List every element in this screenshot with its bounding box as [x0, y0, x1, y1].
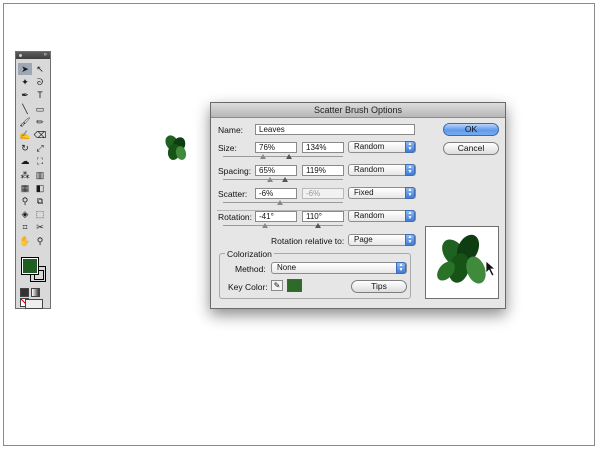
cursor-arrow-icon — [485, 260, 497, 277]
rotation-relative-value: Page — [354, 235, 373, 244]
spacing-method-select[interactable]: Random ▲ ▼ — [348, 164, 416, 176]
hand-icon[interactable]: ✋ — [18, 235, 32, 247]
tools-panel-titlebar[interactable]: » — [16, 52, 50, 59]
rotation-method-value: Random — [354, 211, 385, 220]
size-method-value: Random — [354, 142, 385, 151]
blob-brush-icon[interactable]: ✍ — [18, 129, 32, 141]
rotation-label: Rotation: — [218, 212, 253, 222]
live-paint-selection-icon[interactable]: ⬚ — [33, 208, 47, 220]
rotation-slider-max-thumb[interactable] — [315, 223, 321, 228]
method-label: Method: — [235, 264, 266, 274]
rotation-method-select[interactable]: Random ▲ ▼ — [348, 210, 416, 222]
spacing-slider-min-thumb[interactable] — [267, 177, 273, 182]
tips-button[interactable]: Tips — [351, 280, 407, 293]
size-label: Size: — [218, 143, 237, 153]
free-transform-icon[interactable]: ⛶ — [33, 155, 47, 167]
dialog-titlebar[interactable]: Scatter Brush Options — [211, 103, 505, 118]
scatter-method-value: Fixed — [354, 188, 374, 197]
mesh-icon[interactable]: ▦ — [18, 182, 32, 194]
size-min-field[interactable]: 76% — [255, 142, 297, 153]
fill-swatch[interactable] — [21, 257, 39, 275]
close-icon[interactable] — [19, 54, 22, 57]
symbol-sprayer-icon[interactable]: ⁂ — [18, 169, 32, 181]
line-icon[interactable]: ╲ — [18, 103, 32, 115]
rotation-slider-min-thumb[interactable] — [262, 223, 268, 228]
spacing-min-field[interactable]: 65% — [255, 165, 297, 176]
spacing-max-field[interactable]: 119% — [302, 165, 344, 176]
lasso-icon[interactable]: ᘐ — [33, 76, 47, 88]
rectangle-icon[interactable]: ▭ — [33, 103, 47, 115]
preview-leaves — [437, 234, 497, 284]
pencil-icon[interactable]: ✏ — [33, 116, 47, 128]
chevron-updown-icon: ▲ ▼ — [405, 141, 415, 153]
key-color-swatch[interactable] — [287, 279, 302, 292]
warp-icon[interactable]: ☁ — [18, 155, 32, 167]
size-slider-max-thumb[interactable] — [286, 154, 292, 159]
scatter-min-field[interactable]: -6% — [255, 188, 297, 199]
color-mode-icon[interactable] — [20, 288, 29, 297]
chevron-updown-icon: ▲ ▼ — [405, 187, 415, 199]
slice-icon[interactable]: ✂ — [33, 221, 47, 233]
chevron-updown-icon: ▲ ▼ — [396, 262, 406, 274]
rotation-relative-select[interactable]: Page ▲ ▼ — [348, 234, 416, 246]
selection-icon[interactable]: ➤ — [18, 63, 32, 75]
eraser-icon[interactable]: ⌫ — [33, 129, 47, 141]
leaf-artwork[interactable] — [162, 133, 190, 163]
scatter-label: Scatter: — [218, 189, 248, 199]
size-slider-track[interactable] — [223, 156, 343, 157]
direct-selection-icon[interactable]: ↖ — [33, 63, 47, 75]
ok-button[interactable]: OK — [443, 123, 499, 136]
key-color-label: Key Color: — [228, 282, 268, 292]
live-paint-icon[interactable]: ◈ — [18, 208, 32, 220]
pen-icon[interactable]: ✒ — [18, 89, 32, 101]
zoom-icon[interactable]: ⚲ — [33, 235, 47, 247]
magic-wand-icon[interactable]: ✦ — [18, 76, 32, 88]
size-method-select[interactable]: Random ▲ ▼ — [348, 141, 416, 153]
colorization-title: Colorization — [225, 249, 274, 259]
size-slider-min-thumb[interactable] — [260, 154, 266, 159]
screen-mode-icon[interactable] — [25, 299, 43, 309]
rotation-relative-label: Rotation relative to: — [271, 236, 345, 246]
rotation-slider-track[interactable] — [223, 225, 343, 226]
colorization-method-select[interactable]: None ▲ ▼ — [271, 262, 407, 274]
graph-icon[interactable]: ▥ — [33, 169, 47, 181]
spacing-method-value: Random — [354, 165, 385, 174]
brush-preview — [425, 226, 499, 299]
dialog-title: Scatter Brush Options — [313, 105, 403, 115]
scatter-method-select[interactable]: Fixed ▲ ▼ — [348, 187, 416, 199]
rotation-min-field[interactable]: -41° — [255, 211, 297, 222]
chevron-updown-icon: ▲ ▼ — [405, 210, 415, 222]
paintbrush-icon[interactable]: 🖌 — [18, 116, 32, 128]
name-field[interactable]: Leaves — [255, 124, 415, 135]
eyedropper-icon[interactable]: ⚲ — [18, 195, 32, 207]
scatter-max-field: -6% — [302, 188, 344, 199]
gradient-mode-icon[interactable] — [31, 288, 40, 297]
scatter-brush-options-dialog: Scatter Brush Options Name: Leaves OK Ca… — [210, 102, 506, 309]
scatter-slider-thumb[interactable] — [277, 200, 283, 205]
tools-panel: » ➤ ↖ ✦ ᘐ ✒ T ╲ ▭ 🖌 ✏ ✍ ⌫ ↻ ⤢ ☁ ⛶ ⁂ ▥ ▦ ◧ ⚲ ⧉ ◈ ⬚ ⌗ ✂ ✋ ⚲ — [15, 51, 51, 309]
collapse-icon[interactable]: » — [44, 52, 47, 59]
gradient-icon[interactable]: ◧ — [33, 182, 47, 194]
size-max-field[interactable]: 134% — [302, 142, 344, 153]
colorization-method-value: None — [277, 263, 297, 272]
scatter-slider-track[interactable] — [223, 202, 343, 203]
blend-icon[interactable]: ⧉ — [33, 195, 47, 207]
eyedropper-icon[interactable]: ✎ — [271, 280, 283, 291]
crop-icon[interactable]: ⌗ — [18, 221, 32, 233]
scale-icon[interactable]: ⤢ — [33, 142, 47, 154]
type-icon[interactable]: T — [33, 89, 47, 101]
rotation-max-field[interactable]: 110° — [302, 211, 344, 222]
spacing-slider-max-thumb[interactable] — [282, 177, 288, 182]
spacing-label: Spacing: — [218, 166, 252, 176]
name-label: Name: — [218, 125, 244, 135]
rotate-icon[interactable]: ↻ — [18, 142, 32, 154]
chevron-updown-icon: ▲ ▼ — [405, 234, 415, 246]
cancel-button[interactable]: Cancel — [443, 142, 499, 155]
chevron-updown-icon: ▲ ▼ — [405, 164, 415, 176]
